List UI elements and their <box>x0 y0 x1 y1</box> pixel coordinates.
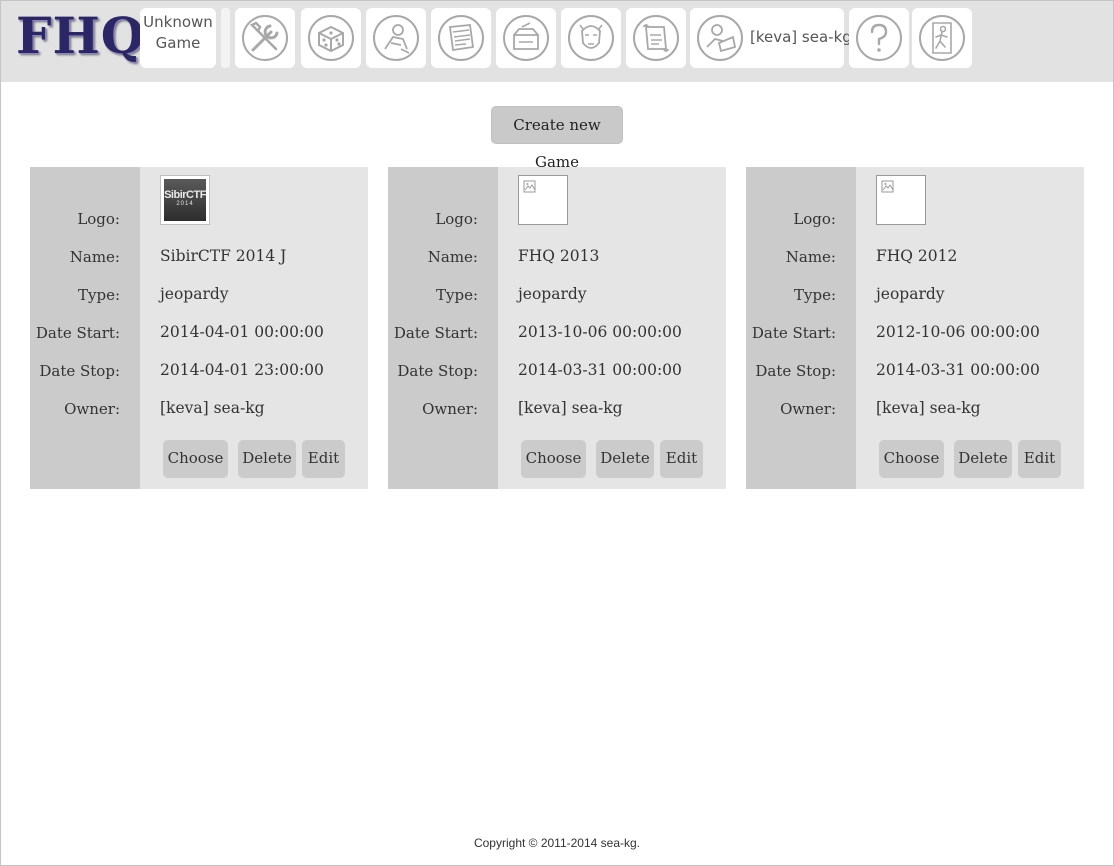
card-labels-column: Logo: Name: Type: Date Start: Date Stop:… <box>30 167 140 489</box>
date-start-label: Date Start: <box>393 324 478 342</box>
game-logo-image <box>876 175 926 225</box>
exit-running-man-icon <box>919 15 965 61</box>
delete-button[interactable]: Delete <box>596 440 654 478</box>
game-date-stop-value: 2014-03-31 00:00:00 <box>876 361 1040 379</box>
game-date-stop-value: 2014-03-31 00:00:00 <box>518 361 682 379</box>
broken-image-icon <box>523 180 536 193</box>
nav-rules-button[interactable] <box>626 8 686 68</box>
game-owner-value: [keva] sea-kg <box>518 399 623 417</box>
choose-button[interactable]: Choose <box>521 440 586 478</box>
game-owner-value: [keva] sea-kg <box>876 399 981 417</box>
delete-button[interactable]: Delete <box>238 440 296 478</box>
news-icon <box>438 15 484 61</box>
edit-button[interactable]: Edit <box>302 440 345 478</box>
logo-label: Logo: <box>77 210 120 228</box>
edit-button[interactable]: Edit <box>660 440 703 478</box>
game-date-stop-value: 2014-04-01 23:00:00 <box>160 361 324 379</box>
game-logo-text: SibirCTF <box>164 189 206 201</box>
logo-label: Logo: <box>793 210 836 228</box>
nav-quests-button[interactable] <box>366 8 426 68</box>
game-logo-image: SibirCTF 2014 <box>160 175 210 225</box>
date-stop-label: Date Stop: <box>397 362 478 380</box>
type-label: Type: <box>77 286 120 304</box>
date-stop-label: Date Stop: <box>39 362 120 380</box>
current-game-line2: Game <box>155 34 201 52</box>
game-date-start-value: 2012-10-06 00:00:00 <box>876 323 1040 341</box>
date-stop-label: Date Stop: <box>755 362 836 380</box>
card-labels-column: Logo: Name: Type: Date Start: Date Stop:… <box>746 167 856 489</box>
delete-button[interactable]: Delete <box>954 440 1012 478</box>
game-name-value: FHQ 2013 <box>518 247 600 265</box>
date-start-label: Date Start: <box>751 324 836 342</box>
game-logo-subtext: 2014 <box>176 201 194 207</box>
user-at-laptop-icon <box>697 15 743 61</box>
game-type-value: jeopardy <box>876 285 945 303</box>
name-label: Name: <box>427 248 478 266</box>
owner-label: Owner: <box>422 400 478 418</box>
nav-news-button[interactable] <box>431 8 491 68</box>
nav-username: [keva] sea-kg <box>750 28 852 46</box>
logo-label: Logo: <box>435 210 478 228</box>
rules-scroll-icon <box>633 15 679 61</box>
game-date-start-value: 2013-10-06 00:00:00 <box>518 323 682 341</box>
footer-copyright: Copyright © 2011-2014 sea-kg. <box>473 836 641 850</box>
game-logo-image <box>518 175 568 225</box>
game-owner-value: [keva] sea-kg <box>160 399 265 417</box>
type-label: Type: <box>793 286 836 304</box>
date-start-label: Date Start: <box>35 324 120 342</box>
hacker-face-icon <box>568 15 614 61</box>
card-labels-column: Logo: Name: Type: Date Start: Date Stop:… <box>388 167 498 489</box>
game-name-value: FHQ 2012 <box>876 247 958 265</box>
game-card: Logo: Name: Type: Date Start: Date Stop:… <box>30 167 368 489</box>
game-name-value: SibirCTF 2014 J <box>160 247 287 265</box>
nav-users-button[interactable] <box>561 8 621 68</box>
current-game-line1: Unknown <box>143 13 213 31</box>
help-question-icon <box>856 15 902 61</box>
nav-help-button[interactable] <box>849 8 909 68</box>
nav-feedback-button[interactable] <box>496 8 556 68</box>
top-navigation-bar: FHQ Unknown Game [keva] sea-kg <box>0 0 1114 82</box>
nav-logout-button[interactable] <box>912 8 972 68</box>
game-card: Logo: Name: Type: Date Start: Date Stop:… <box>388 167 726 489</box>
nav-tools-button[interactable] <box>235 8 295 68</box>
owner-label: Owner: <box>780 400 836 418</box>
name-label: Name: <box>785 248 836 266</box>
broken-image-icon <box>881 180 894 193</box>
choose-button[interactable]: Choose <box>879 440 944 478</box>
edit-button[interactable]: Edit <box>1018 440 1061 478</box>
fhq-logo[interactable]: FHQ <box>16 6 144 66</box>
thinker-icon <box>373 15 419 61</box>
game-type-value: jeopardy <box>518 285 587 303</box>
type-label: Type: <box>435 286 478 304</box>
feedback-icon <box>503 15 549 61</box>
game-card: Logo: Name: Type: Date Start: Date Stop:… <box>746 167 1084 489</box>
nav-divider <box>221 8 230 68</box>
tools-icon <box>242 15 288 61</box>
game-date-start-value: 2014-04-01 00:00:00 <box>160 323 324 341</box>
game-type-value: jeopardy <box>160 285 229 303</box>
choose-button[interactable]: Choose <box>163 440 228 478</box>
nav-games-button[interactable] <box>301 8 361 68</box>
owner-label: Owner: <box>64 400 120 418</box>
nav-user-profile-button[interactable]: [keva] sea-kg <box>690 8 852 68</box>
name-label: Name: <box>69 248 120 266</box>
create-new-game-button[interactable]: Create new Game <box>491 106 623 171</box>
dice-icon <box>308 15 354 61</box>
current-game-box[interactable]: Unknown Game <box>140 8 216 68</box>
